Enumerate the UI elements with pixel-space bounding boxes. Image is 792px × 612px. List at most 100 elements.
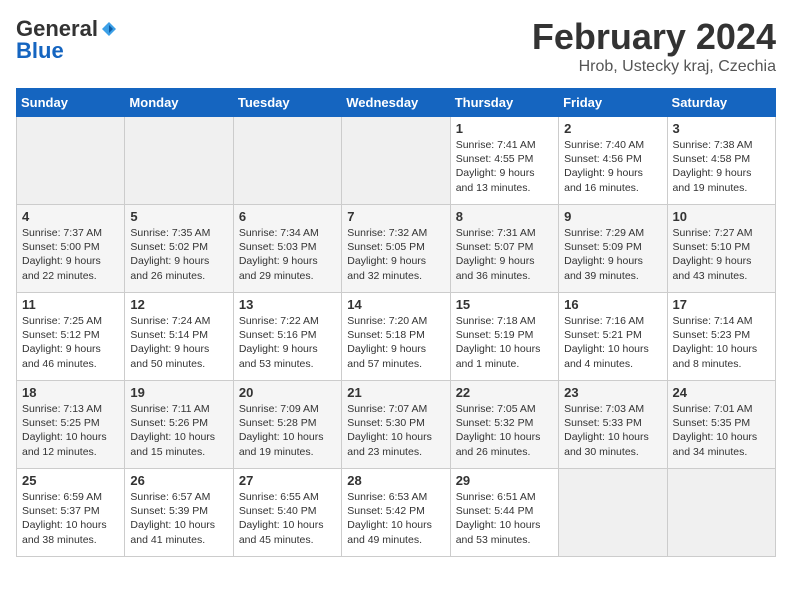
day-number: 2	[564, 121, 661, 136]
calendar-week-row: 4 Sunrise: 7:37 AM Sunset: 5:00 PM Daylig…	[17, 205, 776, 293]
calendar-cell	[17, 117, 125, 205]
day-number: 17	[673, 297, 770, 312]
logo-blue-text: Blue	[16, 38, 64, 64]
calendar-title: February 2024	[532, 16, 776, 58]
day-number: 21	[347, 385, 444, 400]
calendar-week-row: 1 Sunrise: 7:41 AM Sunset: 4:55 PM Daylig…	[17, 117, 776, 205]
calendar-cell: 7 Sunrise: 7:32 AM Sunset: 5:05 PM Daylig…	[342, 205, 450, 293]
calendar-cell: 10 Sunrise: 7:27 AM Sunset: 5:10 PM Dayli…	[667, 205, 775, 293]
day-info: Sunrise: 7:22 AM Sunset: 5:16 PM Dayligh…	[239, 314, 336, 371]
day-info: Sunrise: 7:13 AM Sunset: 5:25 PM Dayligh…	[22, 402, 119, 459]
day-info: Sunrise: 7:37 AM Sunset: 5:00 PM Dayligh…	[22, 226, 119, 283]
calendar-cell: 5 Sunrise: 7:35 AM Sunset: 5:02 PM Daylig…	[125, 205, 233, 293]
logo-icon	[100, 20, 118, 38]
day-info: Sunrise: 6:51 AM Sunset: 5:44 PM Dayligh…	[456, 490, 553, 547]
day-info: Sunrise: 6:57 AM Sunset: 5:39 PM Dayligh…	[130, 490, 227, 547]
day-of-week-header: Tuesday	[233, 89, 341, 117]
day-of-week-header: Monday	[125, 89, 233, 117]
day-number: 10	[673, 209, 770, 224]
day-number: 27	[239, 473, 336, 488]
logo: General Blue	[16, 16, 118, 64]
calendar-cell: 14 Sunrise: 7:20 AM Sunset: 5:18 PM Dayli…	[342, 293, 450, 381]
calendar-cell: 9Sunrise: 7:29 AM Sunset: 5:09 PM Daylig…	[559, 205, 667, 293]
day-number: 6	[239, 209, 336, 224]
day-info: Sunrise: 7:09 AM Sunset: 5:28 PM Dayligh…	[239, 402, 336, 459]
day-number: 18	[22, 385, 119, 400]
day-info: Sunrise: 7:07 AM Sunset: 5:30 PM Dayligh…	[347, 402, 444, 459]
calendar-cell: 22Sunrise: 7:05 AM Sunset: 5:32 PM Dayli…	[450, 381, 558, 469]
calendar-cell: 29Sunrise: 6:51 AM Sunset: 5:44 PM Dayli…	[450, 469, 558, 557]
calendar-cell: 11 Sunrise: 7:25 AM Sunset: 5:12 PM Dayli…	[17, 293, 125, 381]
day-info: Sunrise: 7:41 AM Sunset: 4:55 PM Dayligh…	[456, 138, 553, 195]
calendar-week-row: 11 Sunrise: 7:25 AM Sunset: 5:12 PM Dayli…	[17, 293, 776, 381]
day-number: 24	[673, 385, 770, 400]
day-info: Sunrise: 7:40 AM Sunset: 4:56 PM Dayligh…	[564, 138, 661, 195]
day-info: Sunrise: 6:53 AM Sunset: 5:42 PM Dayligh…	[347, 490, 444, 547]
day-info: Sunrise: 7:01 AM Sunset: 5:35 PM Dayligh…	[673, 402, 770, 459]
day-number: 5	[130, 209, 227, 224]
day-number: 8	[456, 209, 553, 224]
calendar-cell: 4 Sunrise: 7:37 AM Sunset: 5:00 PM Daylig…	[17, 205, 125, 293]
day-info: Sunrise: 7:27 AM Sunset: 5:10 PM Dayligh…	[673, 226, 770, 283]
day-number: 19	[130, 385, 227, 400]
calendar-cell: 20 Sunrise: 7:09 AM Sunset: 5:28 PM Dayli…	[233, 381, 341, 469]
calendar-cell: 15Sunrise: 7:18 AM Sunset: 5:19 PM Dayli…	[450, 293, 558, 381]
calendar-header-row: SundayMondayTuesdayWednesdayThursdayFrid…	[17, 89, 776, 117]
calendar-cell: 3Sunrise: 7:38 AM Sunset: 4:58 PM Daylig…	[667, 117, 775, 205]
calendar-cell: 19 Sunrise: 7:11 AM Sunset: 5:26 PM Dayli…	[125, 381, 233, 469]
day-of-week-header: Sunday	[17, 89, 125, 117]
day-info: Sunrise: 7:25 AM Sunset: 5:12 PM Dayligh…	[22, 314, 119, 371]
day-info: Sunrise: 7:16 AM Sunset: 5:21 PM Dayligh…	[564, 314, 661, 371]
day-number: 4	[22, 209, 119, 224]
day-info: Sunrise: 7:31 AM Sunset: 5:07 PM Dayligh…	[456, 226, 553, 283]
calendar-cell: 16 Sunrise: 7:16 AM Sunset: 5:21 PM Dayli…	[559, 293, 667, 381]
calendar-cell	[667, 469, 775, 557]
day-number: 12	[130, 297, 227, 312]
calendar-cell	[342, 117, 450, 205]
calendar-cell: 26 Sunrise: 6:57 AM Sunset: 5:39 PM Dayli…	[125, 469, 233, 557]
day-number: 16	[564, 297, 661, 312]
day-of-week-header: Saturday	[667, 89, 775, 117]
calendar-cell: 27 Sunrise: 6:55 AM Sunset: 5:40 PM Dayli…	[233, 469, 341, 557]
day-of-week-header: Thursday	[450, 89, 558, 117]
day-number: 20	[239, 385, 336, 400]
day-info: Sunrise: 7:34 AM Sunset: 5:03 PM Dayligh…	[239, 226, 336, 283]
calendar-cell	[233, 117, 341, 205]
calendar-title-block: February 2024 Hrob, Ustecky kraj, Czechi…	[532, 16, 776, 76]
calendar-cell: 1 Sunrise: 7:41 AM Sunset: 4:55 PM Daylig…	[450, 117, 558, 205]
calendar-week-row: 18 Sunrise: 7:13 AM Sunset: 5:25 PM Dayli…	[17, 381, 776, 469]
day-info: Sunrise: 7:18 AM Sunset: 5:19 PM Dayligh…	[456, 314, 553, 371]
calendar-cell: 17 Sunrise: 7:14 AM Sunset: 5:23 PM Dayli…	[667, 293, 775, 381]
calendar-cell: 6 Sunrise: 7:34 AM Sunset: 5:03 PM Daylig…	[233, 205, 341, 293]
day-of-week-header: Friday	[559, 89, 667, 117]
day-number: 1	[456, 121, 553, 136]
calendar-table: SundayMondayTuesdayWednesdayThursdayFrid…	[16, 88, 776, 557]
day-info: Sunrise: 7:03 AM Sunset: 5:33 PM Dayligh…	[564, 402, 661, 459]
calendar-cell: 8 Sunrise: 7:31 AM Sunset: 5:07 PM Daylig…	[450, 205, 558, 293]
day-info: Sunrise: 6:55 AM Sunset: 5:40 PM Dayligh…	[239, 490, 336, 547]
calendar-cell: 12 Sunrise: 7:24 AM Sunset: 5:14 PM Dayli…	[125, 293, 233, 381]
day-of-week-header: Wednesday	[342, 89, 450, 117]
calendar-cell	[125, 117, 233, 205]
calendar-cell	[559, 469, 667, 557]
day-number: 3	[673, 121, 770, 136]
page-header: General Blue February 2024 Hrob, Ustecky…	[16, 16, 776, 76]
day-info: Sunrise: 7:35 AM Sunset: 5:02 PM Dayligh…	[130, 226, 227, 283]
calendar-subtitle: Hrob, Ustecky kraj, Czechia	[532, 58, 776, 76]
day-number: 13	[239, 297, 336, 312]
day-info: Sunrise: 7:32 AM Sunset: 5:05 PM Dayligh…	[347, 226, 444, 283]
day-info: Sunrise: 7:20 AM Sunset: 5:18 PM Dayligh…	[347, 314, 444, 371]
calendar-cell: 24 Sunrise: 7:01 AM Sunset: 5:35 PM Dayli…	[667, 381, 775, 469]
day-info: Sunrise: 7:24 AM Sunset: 5:14 PM Dayligh…	[130, 314, 227, 371]
calendar-cell: 25 Sunrise: 6:59 AM Sunset: 5:37 PM Dayli…	[17, 469, 125, 557]
day-number: 26	[130, 473, 227, 488]
day-info: Sunrise: 6:59 AM Sunset: 5:37 PM Dayligh…	[22, 490, 119, 547]
day-number: 14	[347, 297, 444, 312]
day-number: 25	[22, 473, 119, 488]
day-info: Sunrise: 7:11 AM Sunset: 5:26 PM Dayligh…	[130, 402, 227, 459]
day-info: Sunrise: 7:14 AM Sunset: 5:23 PM Dayligh…	[673, 314, 770, 371]
day-number: 11	[22, 297, 119, 312]
calendar-cell: 23Sunrise: 7:03 AM Sunset: 5:33 PM Dayli…	[559, 381, 667, 469]
day-number: 7	[347, 209, 444, 224]
day-info: Sunrise: 7:05 AM Sunset: 5:32 PM Dayligh…	[456, 402, 553, 459]
